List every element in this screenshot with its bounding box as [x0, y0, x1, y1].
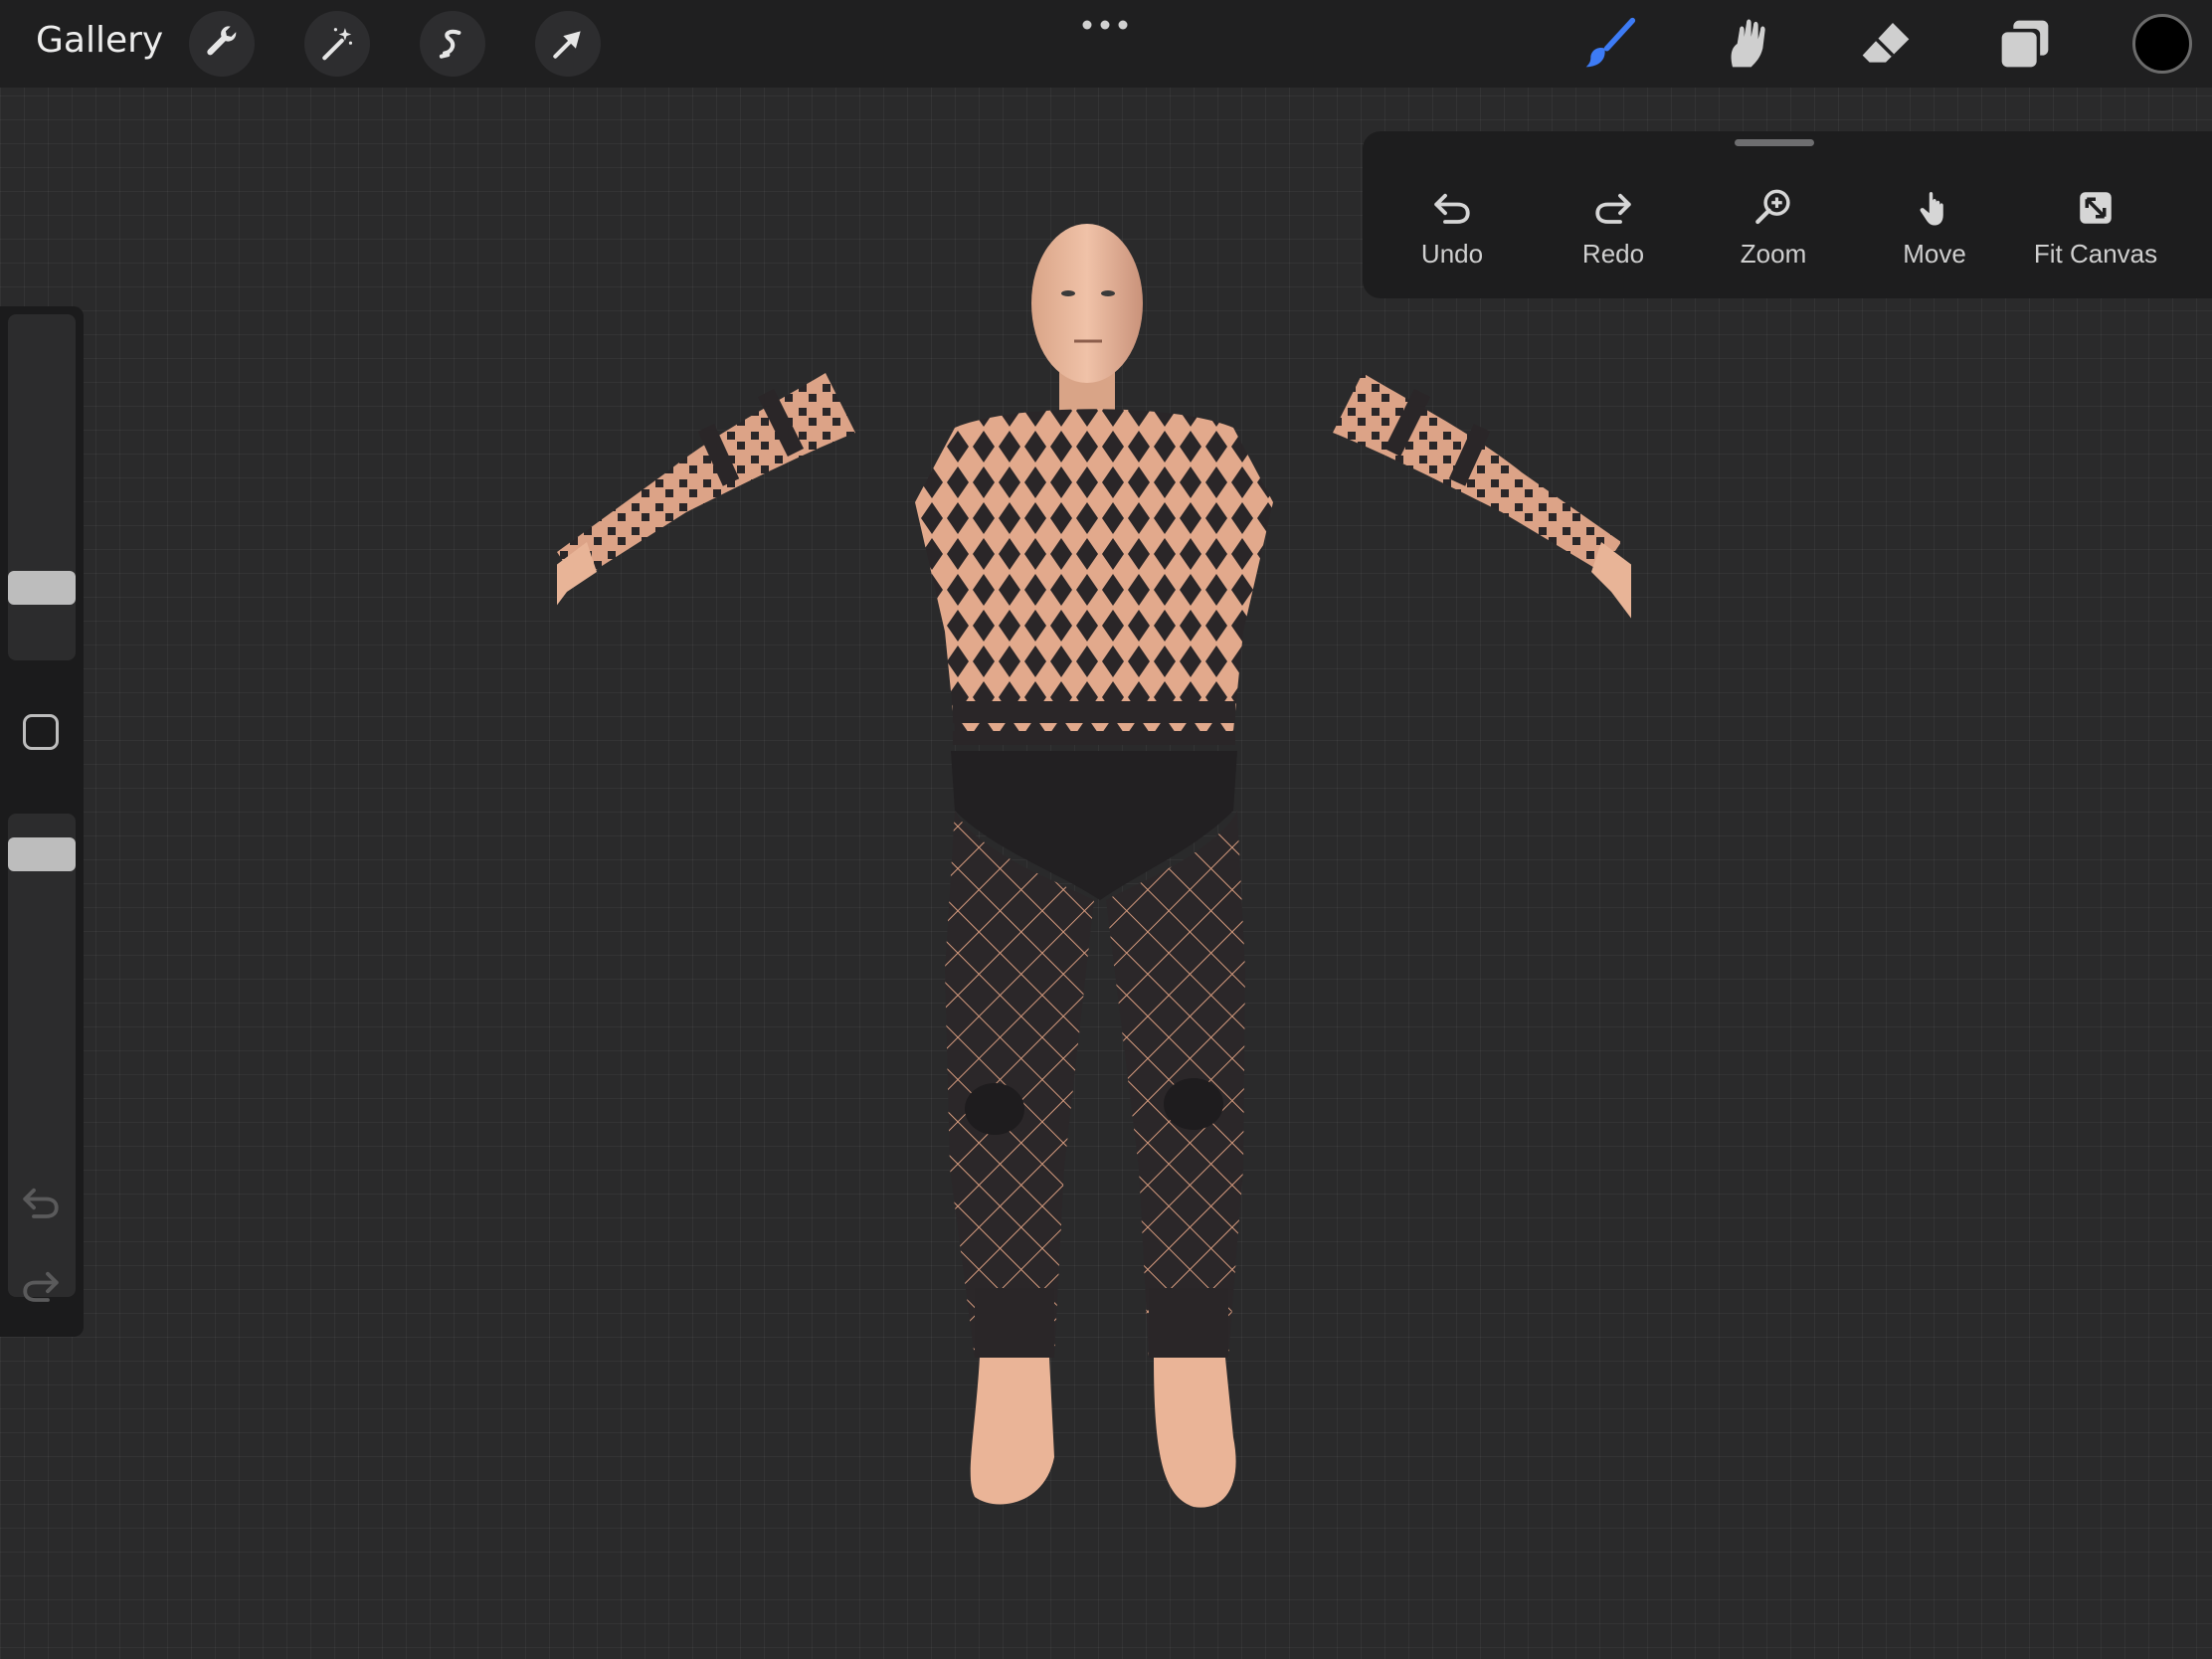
- zoom-icon: [1755, 189, 1790, 225]
- quick-menu-grabber[interactable]: [1735, 139, 1814, 146]
- adjustments-button[interactable]: [304, 11, 370, 77]
- magic-wand-icon: [322, 28, 353, 61]
- brush-size-slider[interactable]: [8, 314, 76, 660]
- figure-right-arm: [1333, 373, 1631, 619]
- eraser-tool[interactable]: [1856, 14, 1916, 74]
- smudge-icon: [1731, 19, 1765, 68]
- zoom-label: Zoom: [1740, 239, 1807, 269]
- figure-torso: [915, 409, 1273, 745]
- ellipsis-icon[interactable]: [1080, 18, 1130, 32]
- figure-left-arm: [557, 214, 855, 606]
- modify-button[interactable]: [23, 714, 59, 750]
- brush-icon: [1585, 17, 1636, 68]
- eraser-icon: [1862, 23, 1910, 63]
- color-swatch[interactable]: [2132, 14, 2192, 74]
- smudge-tool[interactable]: [1717, 14, 1776, 74]
- move-label: Move: [1903, 239, 1966, 269]
- brush-size-thumb[interactable]: [8, 571, 76, 605]
- selection-icon: [439, 29, 461, 59]
- zoom-button[interactable]: Zoom: [1699, 187, 1848, 270]
- selection-button[interactable]: [420, 11, 485, 77]
- fit-canvas-button[interactable]: Fit Canvas: [2021, 187, 2170, 270]
- undo-icon[interactable]: [20, 1182, 62, 1223]
- fit-canvas-label: Fit Canvas: [2033, 239, 2158, 269]
- move-arrow-icon: [553, 31, 581, 59]
- transform-button[interactable]: [535, 11, 601, 77]
- opacity-slider[interactable]: [8, 814, 76, 1297]
- move-button[interactable]: Move: [1860, 187, 2009, 270]
- gallery-button[interactable]: Gallery: [36, 20, 163, 61]
- fit-canvas-icon: [2080, 192, 2112, 224]
- layers-tool[interactable]: [1995, 14, 2055, 74]
- figure-head: [1031, 224, 1143, 433]
- brush-tool[interactable]: [1579, 14, 1639, 74]
- top-toolbar: Gallery: [0, 0, 2212, 88]
- actions-button[interactable]: [189, 11, 255, 77]
- canvas-artwork[interactable]: [557, 214, 1631, 1527]
- opacity-thumb[interactable]: [8, 837, 76, 871]
- redo-icon[interactable]: [20, 1265, 62, 1307]
- layers-icon: [2001, 20, 2049, 68]
- wrench-icon: [207, 26, 237, 56]
- hand-icon: [1920, 192, 1943, 226]
- figure-feet: [970, 1358, 1236, 1508]
